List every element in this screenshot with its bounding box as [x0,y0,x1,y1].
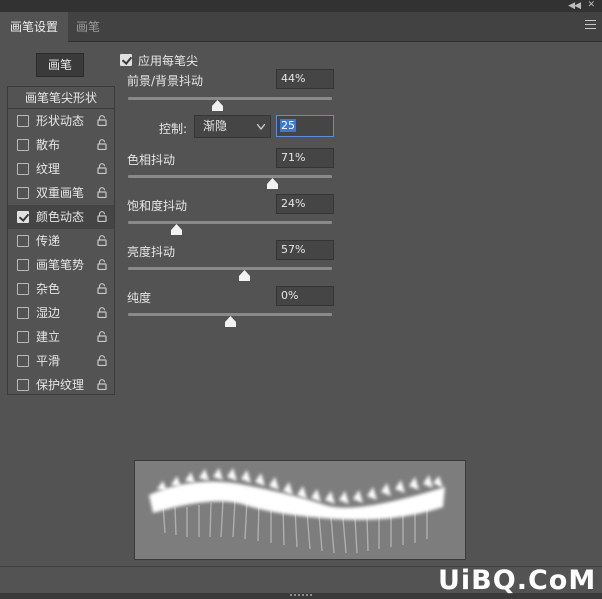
foreground-background-jitter-slider[interactable] [128,97,332,100]
purity-slider-thumb[interactable] [224,316,236,327]
lock-icon[interactable] [97,235,107,246]
close-icon[interactable]: ✕ [587,0,595,10]
double-chevron-left-icon[interactable]: ◀◀ [568,1,581,11]
apply-per-tip-checkbox[interactable] [120,54,132,66]
foreground-background-jitter-input[interactable]: 44% [276,69,334,89]
lock-icon[interactable] [97,283,107,294]
purity-label: 纯度 [127,291,152,305]
lock-icon[interactable] [97,259,107,270]
sidebar-item-checkbox[interactable] [17,379,29,391]
sidebar-item-label: 双重画笔 [36,186,85,200]
lock-icon[interactable] [97,307,107,318]
watermark-text: UiBQ.CoM [438,565,597,596]
sidebar-item-checkbox[interactable] [17,211,29,223]
sidebar-item[interactable]: 保护纹理 [8,373,114,397]
sidebar-item-label: 湿边 [36,306,61,320]
hue-jitter-input[interactable]: 71% [276,148,334,168]
tab-brush-settings[interactable]: 画笔设置 [0,12,69,43]
sidebar-item[interactable]: 纹理 [8,157,114,181]
hue-jitter-label: 色相抖动 [127,153,176,167]
brightness-jitter-slider-thumb[interactable] [238,270,250,281]
sidebar-item-checkbox[interactable] [17,307,29,319]
sidebar-item-label: 传递 [36,234,61,248]
lock-icon[interactable] [97,139,107,150]
lock-icon[interactable] [97,355,107,366]
lock-icon[interactable] [97,379,107,390]
sidebar-item-checkbox[interactable] [17,355,29,367]
sidebar-item-checkbox[interactable] [17,283,29,295]
tab-bar: 画笔设置 画笔 [0,12,602,43]
sidebar-item[interactable]: 平滑 [8,349,114,373]
brush-stroke-preview [134,460,466,560]
control-dropdown-value: 渐隐 [203,119,228,133]
brightness-jitter-label: 亮度抖动 [127,245,176,259]
saturation-jitter-label: 饱和度抖动 [127,199,188,213]
sidebar-item-label: 散布 [36,138,61,152]
sidebar-item-label: 平滑 [36,354,61,368]
sidebar-item-label: 颜色动态 [36,210,85,224]
foreground-background-jitter-label: 前景/背景抖动 [127,74,204,88]
chevron-down-icon [257,124,265,130]
sidebar-item[interactable]: 建立 [8,325,114,349]
saturation-jitter-slider[interactable] [128,221,332,224]
sidebar-item-checkbox[interactable] [17,115,29,127]
sidebar-item[interactable]: 杂色 [8,277,114,301]
sidebar-item[interactable]: 形状动态 [8,109,114,133]
panel-top-strip: ◀◀ ✕ [0,0,602,12]
sidebar-item-label: 保护纹理 [36,378,85,392]
sidebar-item[interactable]: 湿边 [8,301,114,325]
sidebar-item[interactable]: 散布 [8,133,114,157]
lock-icon[interactable] [97,163,107,174]
sidebar-item-label: 纹理 [36,162,61,176]
saturation-jitter-input[interactable]: 24% [276,194,334,214]
sidebar-item-checkbox[interactable] [17,187,29,199]
sidebar-item[interactable]: 颜色动态 [8,205,114,229]
brushes-button[interactable]: 画笔 [36,53,84,77]
resize-grip-icon[interactable] [290,593,312,598]
lock-icon[interactable] [97,187,107,198]
lock-icon[interactable] [97,115,107,126]
hue-jitter-slider-thumb[interactable] [267,178,279,189]
control-label: 控制: [159,122,188,136]
foreground-background-jitter-slider-thumb[interactable] [212,100,224,111]
control-dropdown[interactable]: 渐隐 [194,115,271,138]
apply-per-tip-label: 应用每笔尖 [138,54,199,68]
sidebar-item-label: 画笔笔势 [36,258,85,272]
sidebar-item-label: 形状动态 [36,114,85,128]
sidebar-item-checkbox[interactable] [17,259,29,271]
sidebar-item[interactable]: 画笔笔势 [8,253,114,277]
sidebar-item-checkbox[interactable] [17,331,29,343]
hue-jitter-slider[interactable] [128,175,332,178]
brush-settings-sidebar: 画笔笔尖形状 形状动态散布纹理双重画笔颜色动态传递画笔笔势杂色湿边建立平滑保护纹… [7,86,115,395]
purity-input[interactable]: 0% [276,286,334,306]
control-steps-value: 25 [280,119,296,132]
sidebar-item-label: 建立 [36,330,61,344]
sidebar-item-checkbox[interactable] [17,139,29,151]
brush-stroke-preview-image [149,468,445,554]
control-steps-input[interactable]: 25 [276,115,334,137]
brightness-jitter-input[interactable]: 57% [276,240,334,260]
lock-icon[interactable] [97,331,107,342]
hamburger-menu-icon[interactable] [585,20,596,32]
sidebar-item[interactable]: 传递 [8,229,114,253]
sidebar-item-checkbox[interactable] [17,163,29,175]
lock-icon[interactable] [97,211,107,222]
sidebar-item[interactable]: 双重画笔 [8,181,114,205]
saturation-jitter-slider-thumb[interactable] [171,224,183,235]
brightness-jitter-slider[interactable] [128,267,332,270]
tab-brushes[interactable]: 画笔 [66,12,110,42]
sidebar-item-checkbox[interactable] [17,235,29,247]
sidebar-item-brush-tip-shape[interactable]: 画笔笔尖形状 [8,87,114,109]
sidebar-item-label: 杂色 [36,282,61,296]
